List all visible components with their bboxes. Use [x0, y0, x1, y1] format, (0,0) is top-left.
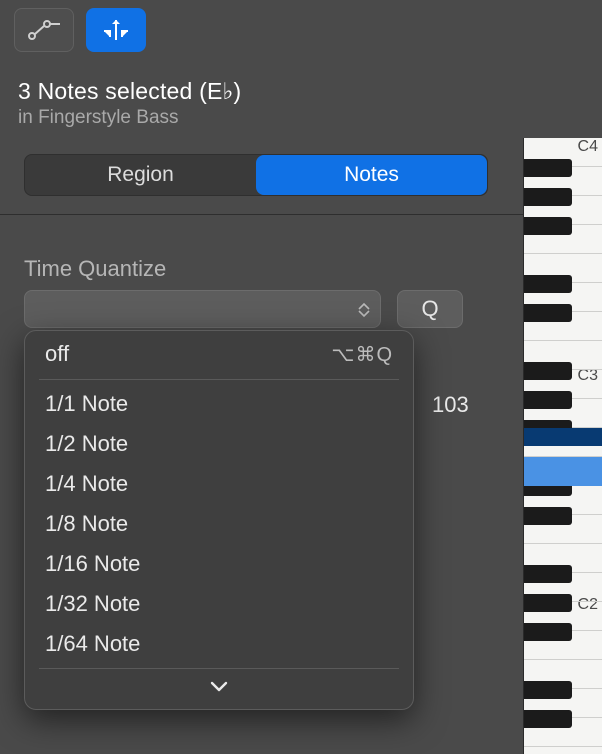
- menu-item-1-2[interactable]: 1/2 Note: [25, 424, 413, 464]
- menu-separator: [39, 379, 399, 380]
- menu-item-1-64[interactable]: 1/64 Note: [25, 624, 413, 664]
- time-quantize-label: Time Quantize: [24, 256, 166, 282]
- menu-item-1-32[interactable]: 1/32 Note: [25, 584, 413, 624]
- midi-edit-tool-button[interactable]: [86, 8, 146, 52]
- tab-notes[interactable]: Notes: [256, 155, 487, 195]
- tab-region[interactable]: Region: [25, 155, 256, 195]
- menu-item-1-8[interactable]: 1/8 Note: [25, 504, 413, 544]
- piano-keyboard[interactable]: C4 C3 C2: [523, 138, 602, 754]
- menu-shortcut-off: ⌥⌘Q: [331, 342, 393, 367]
- selection-subtitle: in Fingerstyle Bass: [18, 107, 241, 129]
- piano-selected-note: [524, 457, 602, 486]
- inspector-tab-bar: Region Notes: [24, 154, 488, 196]
- menu-item-off[interactable]: off: [45, 341, 69, 367]
- menu-separator: [39, 668, 399, 669]
- chevron-down-icon: [210, 681, 228, 693]
- velocity-value: 103: [432, 392, 469, 418]
- automation-tool-button[interactable]: [14, 8, 74, 52]
- divider: [0, 214, 600, 215]
- time-quantize-dropdown[interactable]: [24, 290, 381, 328]
- menu-item-1-4[interactable]: 1/4 Note: [25, 464, 413, 504]
- selection-title: 3 Notes selected (E♭): [18, 78, 241, 105]
- stepper-icon: [354, 295, 374, 325]
- menu-item-1-1[interactable]: 1/1 Note: [25, 384, 413, 424]
- menu-item-1-16[interactable]: 1/16 Note: [25, 544, 413, 584]
- quantize-button[interactable]: Q: [397, 290, 463, 328]
- menu-more-button[interactable]: [25, 673, 413, 701]
- time-quantize-menu: off ⌥⌘Q 1/1 Note 1/2 Note 1/4 Note 1/8 N…: [24, 330, 414, 710]
- piano-selected-note: [524, 428, 602, 446]
